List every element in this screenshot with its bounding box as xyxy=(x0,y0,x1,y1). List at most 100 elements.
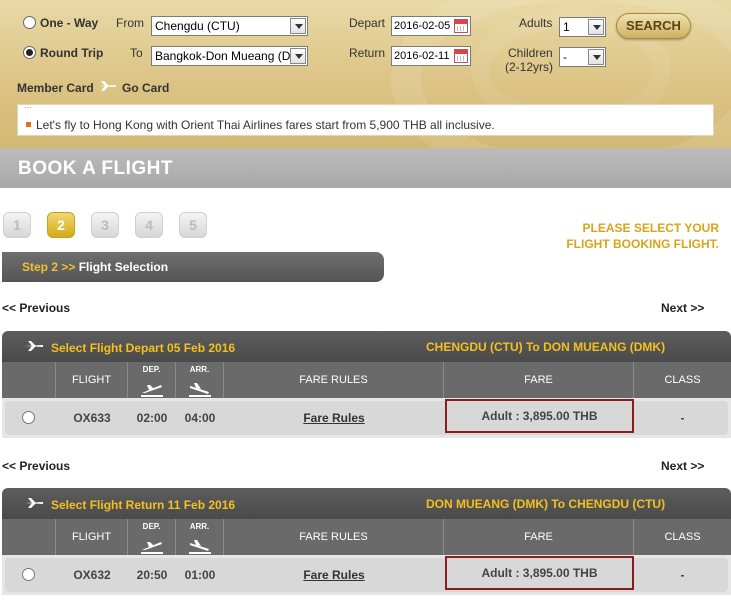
depart-flight-row: OX633 02:00 04:00 Fare Rules Adult : 3,8… xyxy=(2,398,731,438)
children-label: Children xyxy=(508,46,553,60)
step-3[interactable]: 3 xyxy=(91,212,119,238)
page-title: BOOK A FLIGHT xyxy=(18,158,173,179)
notice-line-1: PLEASE SELECT YOUR xyxy=(582,221,719,235)
calendar-icon[interactable] xyxy=(454,49,468,63)
children-select[interactable]: - xyxy=(559,47,606,67)
member-card-label: Member Card xyxy=(17,81,94,95)
return-column-headers: FLIGHT DEP. ARR. FARE RULES FARE CLASS xyxy=(2,519,731,555)
return-flight-row: OX632 20:50 01:00 Fare Rules Adult : 3,8… xyxy=(2,555,731,595)
breadcrumb-step: Step 2 >> xyxy=(22,260,76,274)
arr-column-label: ARR. xyxy=(189,365,210,374)
depart-flight-block: Select Flight Depart 05 Feb 2016 CHENGDU… xyxy=(2,331,731,441)
breadcrumb-label: Flight Selection xyxy=(78,260,169,274)
depart-class: - xyxy=(680,411,685,425)
dep-column-header: DEP. xyxy=(128,362,176,398)
step-2[interactable]: 2 xyxy=(47,212,75,238)
fare-column-header: FARE xyxy=(444,362,634,398)
depart-column-headers: FLIGHT DEP. ARR. FARE RULES FARE CLASS xyxy=(2,362,731,398)
depart-date-value: 2016-02-05 xyxy=(394,20,451,32)
select-column xyxy=(2,519,56,555)
from-select[interactable]: Chengdu (CTU) xyxy=(151,16,308,36)
round-trip-radio[interactable] xyxy=(23,46,36,59)
next-link[interactable]: Next >> xyxy=(661,301,704,315)
return-fare: Adult : 3,895.00 THB xyxy=(445,556,634,590)
depart-dep-time: 02:00 xyxy=(136,411,168,425)
chevron-down-icon[interactable] xyxy=(588,49,604,65)
notice-line-2: FLIGHT BOOKING FLIGHT. xyxy=(566,237,719,251)
breadcrumb: Step 2 >> Flight Selection xyxy=(2,252,384,282)
step-4[interactable]: 4 xyxy=(135,212,163,238)
return-flight-number: OX632 xyxy=(73,568,111,582)
return-dep-time: 20:50 xyxy=(136,568,168,582)
calendar-icon[interactable] xyxy=(454,19,468,33)
to-select[interactable]: Bangkok-Don Mueang (D xyxy=(151,46,308,66)
adults-label: Adults xyxy=(519,16,553,30)
class-column-header: CLASS xyxy=(664,374,701,386)
plane-icon xyxy=(24,497,44,512)
depart-flight-number: OX633 xyxy=(73,411,111,425)
dep-column-label: DEP. xyxy=(142,522,161,531)
ticker-fragment: ... xyxy=(24,104,32,110)
news-text[interactable]: Let's fly to Hong Kong with Orient Thai … xyxy=(36,118,495,132)
return-flight-block: Select Flight Return 11 Feb 2016 DON MUE… xyxy=(2,488,731,598)
arr-column-header: ARR. xyxy=(176,519,224,555)
fare-rules-column-header: FARE RULES xyxy=(224,362,444,398)
arr-column-label: ARR. xyxy=(189,522,210,531)
depart-arr-time: 04:00 xyxy=(184,411,216,425)
selection-notice: PLEASE SELECT YOUR FLIGHT BOOKING FLIGHT… xyxy=(566,220,719,252)
return-route: DON MUEANG (DMK) To CHENGDU (CTU) xyxy=(426,497,666,511)
search-panel: One - Way Round Trip From Chengdu (CTU) … xyxy=(0,0,731,148)
to-label: To xyxy=(130,46,143,60)
previous-link[interactable]: << Previous xyxy=(2,301,70,315)
to-select-value: Bangkok-Don Mueang (D xyxy=(155,49,291,63)
flight-column-header: FLIGHT xyxy=(56,519,128,555)
class-column-header: CLASS xyxy=(664,531,701,543)
depart-date-input[interactable]: 2016-02-05 xyxy=(391,16,471,36)
news-ticker: ... Let's fly to Hong Kong with Orient T… xyxy=(17,104,714,136)
plane-icon xyxy=(97,80,117,95)
return-header: Select Flight Return 11 Feb 2016 DON MUE… xyxy=(2,488,731,519)
chevron-down-icon[interactable] xyxy=(290,18,306,34)
dep-column-label: DEP. xyxy=(142,365,161,374)
from-select-value: Chengdu (CTU) xyxy=(155,19,240,33)
dep-column-header: DEP. xyxy=(128,519,176,555)
fare-column-header: FARE xyxy=(444,519,634,555)
arr-column-header: ARR. xyxy=(176,362,224,398)
flight-column-header: FLIGHT xyxy=(56,362,128,398)
select-column xyxy=(2,362,56,398)
return-class: - xyxy=(680,568,685,582)
depart-label: Depart xyxy=(349,16,386,30)
go-card-link[interactable]: Go Card xyxy=(122,81,169,95)
depart-route: CHENGDU (CTU) To DON MUEANG (DMK) xyxy=(426,340,666,354)
book-a-flight-bar: BOOK A FLIGHT xyxy=(0,148,731,188)
depart-flight-radio[interactable] xyxy=(22,411,35,424)
return-title: Select Flight Return 11 Feb 2016 xyxy=(51,498,236,512)
adults-select[interactable]: 1 xyxy=(559,17,606,37)
search-button[interactable]: SEARCH xyxy=(616,13,691,39)
next-link[interactable]: Next >> xyxy=(661,459,704,473)
from-label: From xyxy=(116,16,144,30)
previous-link[interactable]: << Previous xyxy=(2,459,70,473)
one-way-label: One - Way xyxy=(40,16,99,30)
chevron-down-icon[interactable] xyxy=(588,19,604,35)
return-label: Return xyxy=(349,46,386,60)
depart-fare-rules-link[interactable]: Fare Rules xyxy=(303,411,364,425)
step-5[interactable]: 5 xyxy=(179,212,207,238)
round-trip-label: Round Trip xyxy=(40,46,104,60)
return-date-input[interactable]: 2016-02-11 xyxy=(391,46,471,66)
depart-header: Select Flight Depart 05 Feb 2016 CHENGDU… xyxy=(2,331,731,362)
depart-title: Select Flight Depart 05 Feb 2016 xyxy=(51,341,236,355)
bullet-icon xyxy=(26,122,31,127)
return-fare-rules-link[interactable]: Fare Rules xyxy=(303,568,364,582)
return-date-value: 2016-02-11 xyxy=(394,50,450,62)
return-fare-rules-cell: Fare Rules xyxy=(224,555,444,595)
children-age-label: (2-12yrs) xyxy=(505,60,554,74)
depart-fare: Adult : 3,895.00 THB xyxy=(445,399,634,433)
return-arr-time: 01:00 xyxy=(184,568,216,582)
plane-icon xyxy=(24,340,44,355)
chevron-down-icon[interactable] xyxy=(290,48,306,64)
step-1[interactable]: 1 xyxy=(3,212,31,238)
one-way-radio[interactable] xyxy=(23,16,36,29)
return-flight-radio[interactable] xyxy=(22,568,35,581)
depart-fare-rules-cell: Fare Rules xyxy=(224,398,444,438)
